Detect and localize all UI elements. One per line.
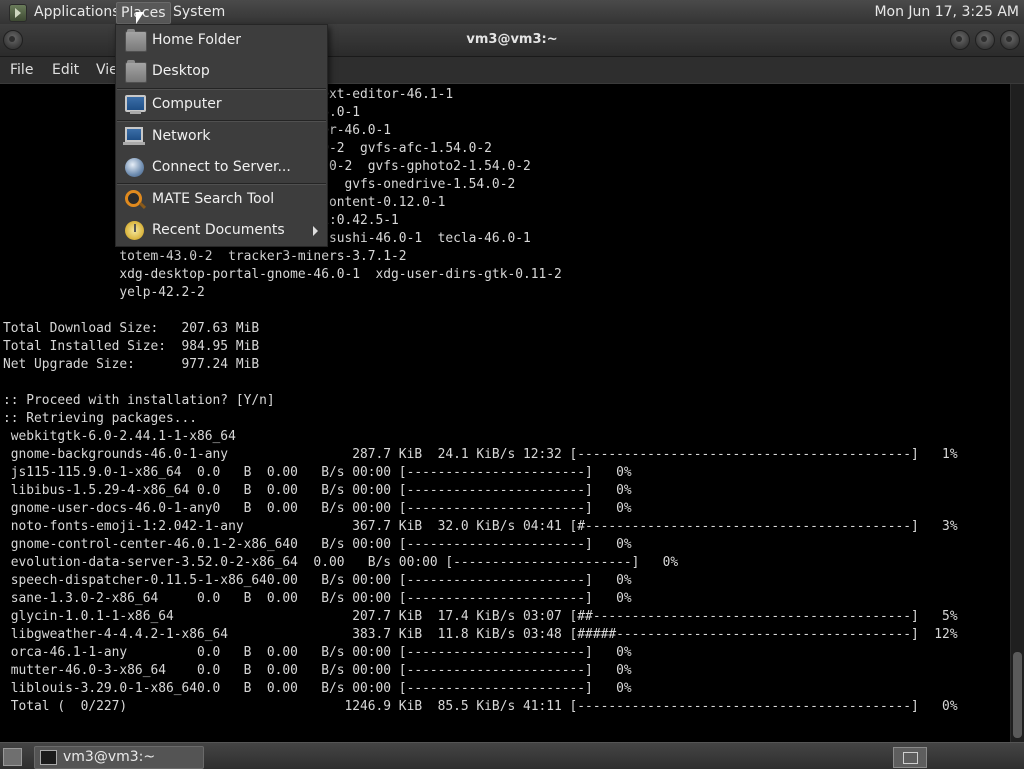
terminal-line: glycin-1.0.1-1-x86_64 207.7 KiB 17.4 KiB…: [3, 609, 958, 624]
taskbar-window-label: vm3@vm3:~: [63, 749, 156, 765]
terminal-line: gnome-control-center-46.0.1-2-x86_640 B/…: [3, 537, 632, 552]
desktop-folder-icon: [125, 60, 147, 83]
places-item-recent-documents[interactable]: Recent Documents: [116, 217, 327, 245]
workspace-switcher-icon[interactable]: [893, 747, 927, 768]
clock[interactable]: Mon Jun 17, 3:25 AM: [874, 2, 1019, 22]
terminal-scrollbar[interactable]: [1010, 84, 1024, 742]
places-dropdown-menu: Home Folder Desktop Computer Network Con…: [115, 24, 328, 247]
terminal-icon: [40, 750, 57, 765]
terminal-line: webkitgtk-6.0-2.44.1-1-x86_64: [3, 429, 236, 444]
terminal-line: mutter-46.0-3-x86_64 0.0 B 0.00 B/s 00:0…: [3, 663, 632, 678]
terminal-line: Total Download Size: 207.63 MiB: [3, 321, 260, 336]
menu-separator: [117, 120, 326, 122]
scrollbar-thumb[interactable]: [1013, 652, 1022, 738]
places-item-label: Desktop: [152, 63, 210, 79]
maximize-icon[interactable]: [975, 30, 995, 50]
bottom-panel: vm3@vm3:~: [0, 742, 1024, 769]
terminal-line: gnome-backgrounds-46.0-1-any 287.7 KiB 2…: [3, 447, 958, 462]
mouse-pointer-icon: [135, 11, 145, 25]
terminal-line: js115-115.9.0-1-x86_64 0.0 B 0.00 B/s 00…: [3, 465, 632, 480]
terminal-line: orca-46.1-1-any 0.0 B 0.00 B/s 00:00 [--…: [3, 645, 632, 660]
terminal-line: totem-43.0-2 tracker3-miners-3.7.1-2: [3, 249, 407, 264]
places-item-network[interactable]: Network: [116, 123, 327, 151]
terminal-line: yelp-42.2-2: [3, 285, 205, 300]
system-menu[interactable]: System: [169, 2, 229, 22]
places-item-search-tool[interactable]: MATE Search Tool: [116, 186, 327, 214]
terminal-line: libibus-1.5.29-4-x86_64 0.0 B 0.00 B/s 0…: [3, 483, 632, 498]
places-item-desktop[interactable]: Desktop: [116, 58, 327, 86]
menu-file[interactable]: File: [10, 61, 33, 79]
places-item-label: Home Folder: [152, 32, 242, 48]
minimize-icon[interactable]: [950, 30, 970, 50]
search-icon: [125, 190, 142, 207]
network-icon: [123, 127, 145, 145]
menu-separator: [117, 183, 326, 185]
places-item-label: Network: [152, 128, 211, 144]
places-item-label: Computer: [152, 96, 222, 112]
menu-edit[interactable]: Edit: [52, 61, 79, 79]
terminal-line: gnome-user-docs-46.0-1-any0 B 0.00 B/s 0…: [3, 501, 632, 516]
close-icon[interactable]: [1000, 30, 1020, 50]
top-panel: Applications Places System Mon Jun 17, 3…: [0, 0, 1024, 25]
places-item-label: Recent Documents: [152, 222, 285, 238]
places-item-computer[interactable]: Computer: [116, 91, 327, 119]
taskbar-window-button[interactable]: vm3@vm3:~: [34, 746, 204, 769]
mate-logo-icon[interactable]: [9, 4, 27, 22]
places-item-label: MATE Search Tool: [152, 191, 275, 207]
home-folder-icon: [125, 29, 147, 52]
terminal-line: liblouis-3.29.0-1-x86_640.0 B 0.00 B/s 0…: [3, 681, 632, 696]
terminal-line: :: Retrieving packages...: [3, 411, 198, 426]
terminal-line: sane-1.3.0-2-x86_64 0.0 B 0.00 B/s 00:00…: [3, 591, 632, 606]
terminal-line: Total Installed Size: 984.95 MiB: [3, 339, 260, 354]
globe-icon: [125, 158, 144, 177]
show-desktop-icon[interactable]: [3, 748, 22, 766]
places-item-home-folder[interactable]: Home Folder: [116, 27, 327, 55]
submenu-arrow-icon: [313, 226, 318, 236]
applications-menu[interactable]: Applications: [30, 2, 124, 22]
terminal-line: libgweather-4-4.4.2-1-x86_64 383.7 KiB 1…: [3, 627, 958, 642]
menu-separator: [117, 88, 326, 90]
places-item-connect-to-server[interactable]: Connect to Server...: [116, 154, 327, 182]
recent-documents-icon: [125, 221, 144, 240]
terminal-line: :: Proceed with installation? [Y/n]: [3, 393, 275, 408]
terminal-line: xdg-desktop-portal-gnome-46.0-1 xdg-user…: [3, 267, 562, 282]
computer-icon: [125, 95, 146, 114]
terminal-line: speech-dispatcher-0.11.5-1-x86_640.00 B/…: [3, 573, 632, 588]
terminal-line: noto-fonts-emoji-1:2.042-1-any 367.7 KiB…: [3, 519, 958, 534]
terminal-line: Total ( 0/227) 1246.9 KiB 85.5 KiB/s 41:…: [3, 699, 958, 714]
places-item-label: Connect to Server...: [152, 159, 291, 175]
terminal-line: Net Upgrade Size: 977.24 MiB: [3, 357, 260, 372]
terminal-line: evolution-data-server-3.52.0-2-x86_64 0.…: [3, 555, 679, 570]
